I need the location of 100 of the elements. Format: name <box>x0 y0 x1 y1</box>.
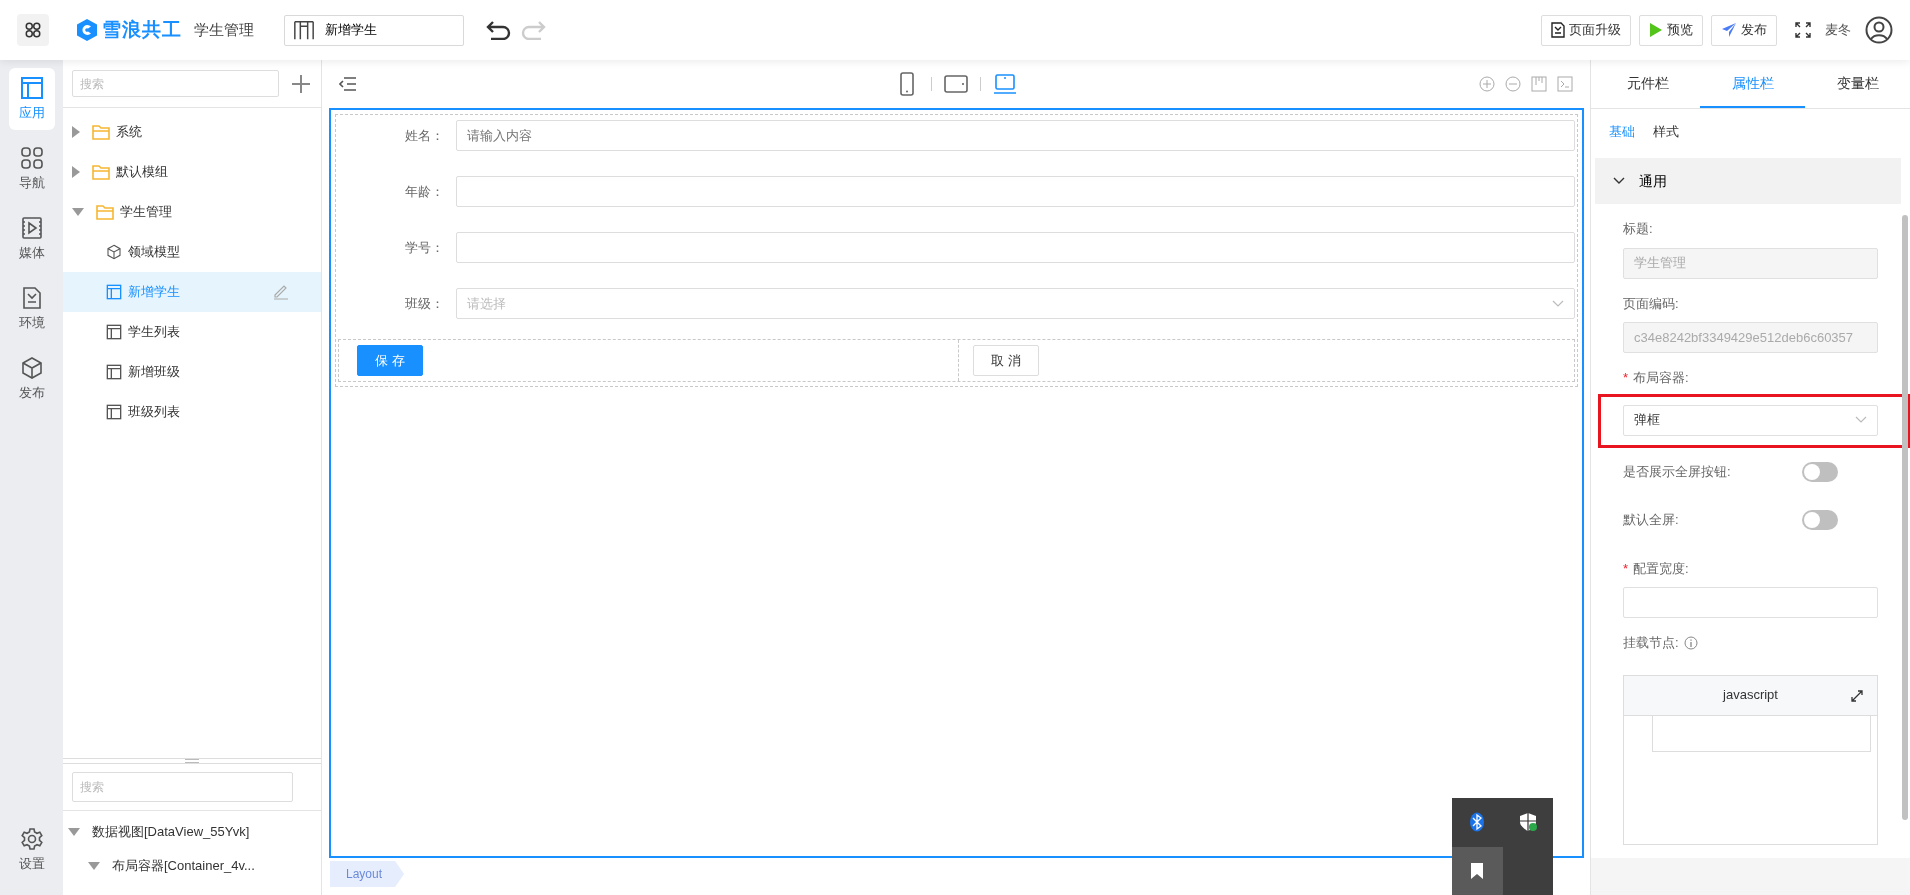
user-avatar-icon <box>1865 16 1893 44</box>
paper-plane-icon <box>1721 22 1737 38</box>
panel-tab[interactable]: 变量栏 <box>1805 60 1910 108</box>
caret-right-icon[interactable] <box>72 166 80 178</box>
rail-item[interactable]: 发布 <box>8 348 55 410</box>
chevron-down-icon <box>1552 299 1564 308</box>
panel-tab[interactable]: 元件栏 <box>1595 60 1700 108</box>
folder-icon <box>92 124 110 140</box>
board-icon <box>1531 76 1547 92</box>
form-button[interactable]: 取 消 <box>973 345 1039 376</box>
canvas-tool-button[interactable] <box>1557 76 1573 92</box>
play-icon <box>1649 22 1663 38</box>
field-label: 年龄： <box>404 183 445 201</box>
logo-text: 雪浪共工 <box>102 17 182 42</box>
tree-item[interactable]: 新增班级 <box>63 352 321 392</box>
collapse-panel-button[interactable] <box>339 76 357 92</box>
caret-right-icon[interactable] <box>72 126 80 138</box>
cube-icon <box>19 355 44 380</box>
sub-tab[interactable]: 样式 <box>1653 122 1679 142</box>
tree-item[interactable]: 系统 <box>63 112 321 152</box>
tree-item[interactable]: 学生管理 <box>63 192 321 232</box>
outline-item[interactable]: 布局容器[Container_4v... <box>63 849 321 883</box>
search-field[interactable]: 搜索 <box>72 70 279 97</box>
field-label: 配置宽度: <box>1633 559 1689 578</box>
scrollbar[interactable] <box>1902 215 1908 820</box>
field-label: 班级： <box>404 295 445 313</box>
undo-button[interactable] <box>486 20 512 40</box>
redo-icon <box>520 20 546 40</box>
toggle-switch[interactable] <box>1802 509 1838 530</box>
rail-item[interactable]: 导航 <box>8 138 55 200</box>
field-label: 默认全屏: <box>1623 510 1679 529</box>
code-editor[interactable]: javascript <box>1623 674 1878 845</box>
folder-icon <box>96 204 114 220</box>
film-play-icon <box>19 215 44 240</box>
required-mark: * <box>1623 559 1629 578</box>
settings-button[interactable]: 设置 <box>8 819 55 881</box>
page-selector[interactable]: 新增学生 <box>284 14 464 46</box>
redo-button[interactable] <box>520 20 546 40</box>
canvas-tool-button[interactable] <box>1479 76 1495 92</box>
fullscreen-icon <box>1795 22 1811 38</box>
rail-item[interactable]: 环境 <box>8 278 55 340</box>
menu-collapse-icon <box>339 76 357 92</box>
field-label: 挂载节点: <box>1623 634 1679 652</box>
tree-item[interactable]: 学生列表 <box>63 312 321 352</box>
layout-icon <box>19 75 44 100</box>
canvas-tool-button[interactable] <box>1505 76 1521 92</box>
search-field[interactable]: 搜索 <box>72 772 293 802</box>
page-layout-icon <box>106 364 122 380</box>
cube-icon <box>106 244 122 260</box>
terminal-icon <box>1557 76 1573 92</box>
input-field[interactable] <box>456 176 1575 207</box>
toolbar-button[interactable]: 预览 <box>1639 14 1703 46</box>
tablet-icon <box>944 72 968 96</box>
apps-menu-button[interactable] <box>17 14 49 46</box>
chevron-down-icon <box>1855 416 1867 424</box>
pencil-icon[interactable] <box>273 284 289 300</box>
select-field[interactable]: 弹框 <box>1623 404 1878 436</box>
input-field[interactable]: 请输入内容 <box>456 120 1575 151</box>
settings-icon <box>19 826 44 851</box>
undo-icon <box>486 20 512 40</box>
grid-icon <box>19 145 44 170</box>
caret-down-icon[interactable] <box>72 208 84 216</box>
zoom-in-icon <box>1479 76 1495 92</box>
page-layout-icon <box>106 404 122 420</box>
field-label: 姓名： <box>404 127 445 145</box>
field-label: 学号： <box>404 239 445 257</box>
app-name: 学生管理 <box>194 19 254 40</box>
info-icon <box>1683 635 1698 650</box>
apps-icon <box>24 21 42 39</box>
caret-down-icon <box>68 828 80 836</box>
page-layout-icon <box>106 284 122 300</box>
outline-item[interactable]: 数据视图[DataView_55Yvk] <box>63 815 321 849</box>
tree-item[interactable]: 默认模组 <box>63 152 321 192</box>
toolbar-button[interactable]: 页面升级 <box>1541 14 1631 46</box>
toolbar-button[interactable]: 发布 <box>1711 14 1777 46</box>
bluetooth-icon[interactable] <box>1469 812 1486 833</box>
add-button[interactable] <box>291 73 311 94</box>
chevron-down-icon <box>1613 177 1625 185</box>
canvas-tool-button[interactable] <box>1531 76 1547 92</box>
section-header[interactable]: 通用 <box>1595 158 1901 204</box>
tree-item[interactable]: 领域模型 <box>63 232 321 272</box>
toggle-switch[interactable] <box>1802 461 1838 482</box>
input-field[interactable] <box>1623 587 1878 618</box>
device-toggle[interactable] <box>993 72 1017 96</box>
laptop-icon <box>993 72 1017 96</box>
bookmark-icon[interactable] <box>1470 861 1485 880</box>
zoom-out-icon <box>1505 76 1521 92</box>
user-avatar-button[interactable] <box>1865 16 1893 44</box>
field-label: 是否展示全屏按钮: <box>1623 462 1731 481</box>
page-layout-icon <box>106 324 122 340</box>
page-layout-icon <box>293 19 315 41</box>
input-field[interactable] <box>456 232 1575 263</box>
device-toggle[interactable] <box>944 72 968 96</box>
folder-icon <box>92 164 110 180</box>
shield-icon[interactable] <box>1517 812 1538 833</box>
fullscreen-button[interactable] <box>1795 22 1811 38</box>
rail-item[interactable]: 媒体 <box>8 208 55 270</box>
expand-icon[interactable] <box>1851 689 1863 702</box>
tree-item[interactable]: 班级列表 <box>63 392 321 432</box>
field-label: 标题: <box>1623 220 1653 238</box>
